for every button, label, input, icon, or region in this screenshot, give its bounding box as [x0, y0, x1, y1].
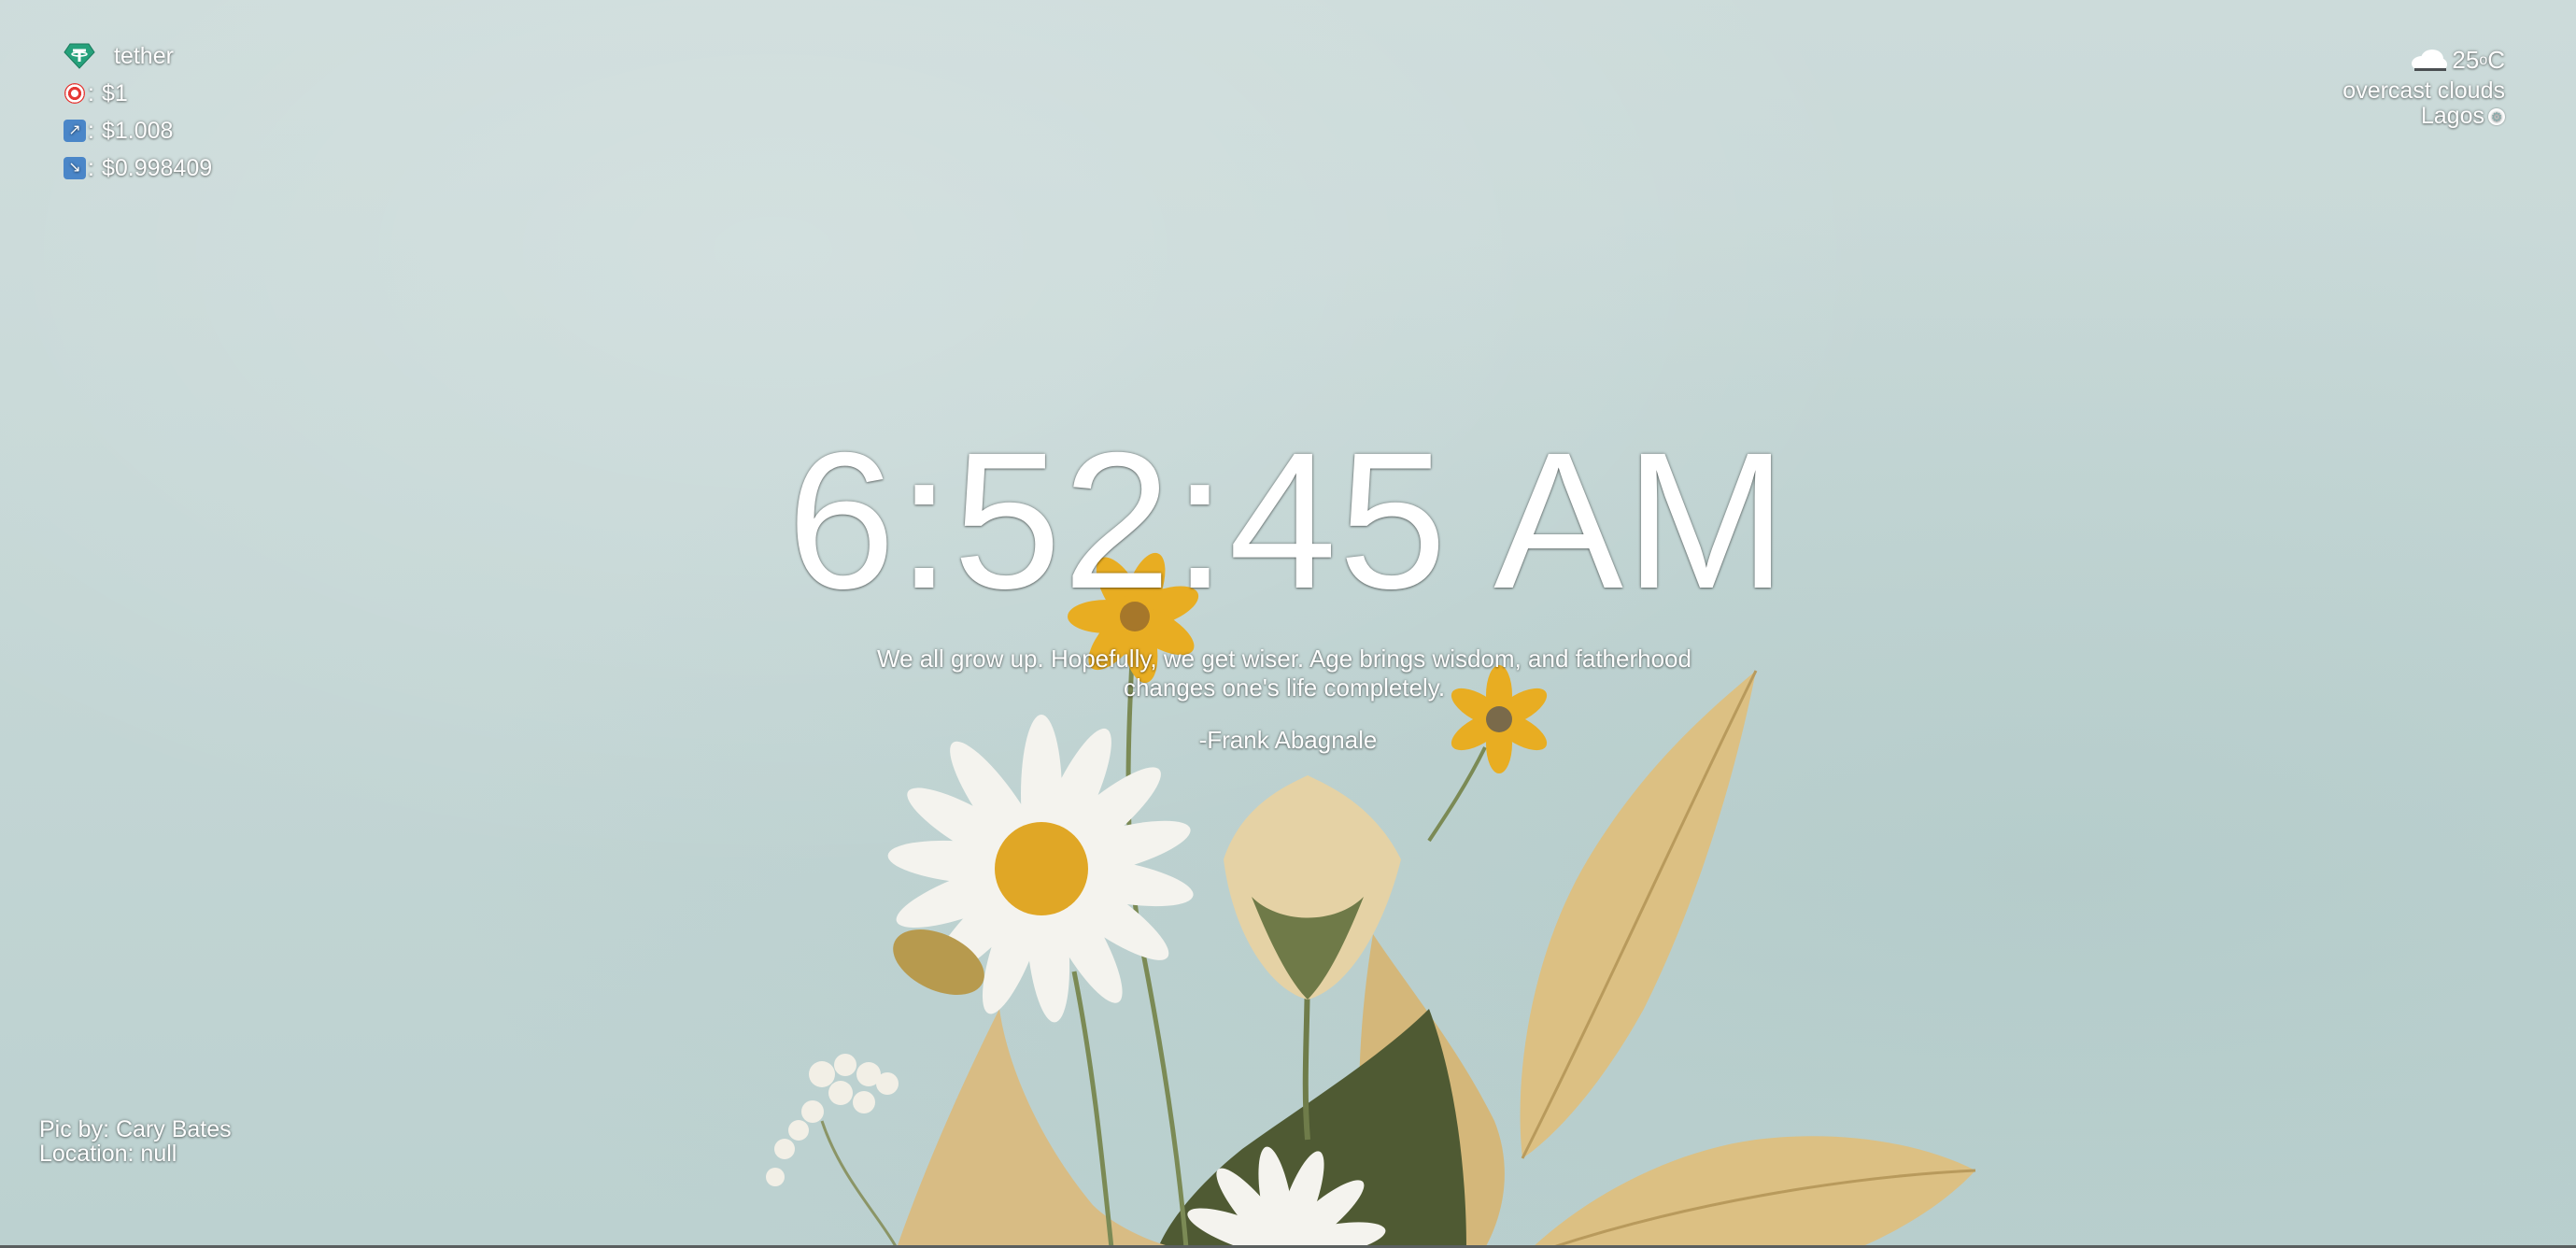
target-icon — [64, 83, 85, 104]
weather-widget: 25 o C overcast clouds Lagos ⚙ — [2342, 41, 2505, 129]
crypto-current-price-row: : $1 — [64, 75, 212, 112]
photographer-credit: Pic by: Cary Bates — [39, 1116, 232, 1142]
cloud-icon — [2409, 48, 2448, 72]
clock-time: 6:52:45 AM — [786, 413, 1790, 630]
gear-icon[interactable]: ⚙ — [2488, 107, 2505, 125]
weather-city-row: Lagos ⚙ — [2342, 104, 2505, 129]
trend-up-icon: ↗ — [64, 120, 86, 142]
photo-location: Location: null — [39, 1141, 177, 1167]
quote-text: We all grow up. Hopefully, we get wiser.… — [877, 645, 1691, 702]
crypto-high-price-row: ↗ : $1.008 — [64, 112, 212, 149]
weather-city: Lagos — [2420, 103, 2484, 129]
temperature-unit: C — [2487, 45, 2505, 74]
coin-name: tether — [114, 43, 174, 69]
low-price-value: $0.998409 — [101, 155, 213, 181]
quote-author: -Frank Abagnale — [1198, 726, 1378, 754]
tether-gem-icon — [64, 42, 95, 70]
dried-leaf-bottom-right — [1532, 1136, 1975, 1248]
trend-down-icon: ↘ — [64, 157, 86, 179]
crypto-widget[interactable]: tether : $1 ↗ : $1.008 ↘ : $0.998409 — [64, 37, 212, 187]
crypto-separator: : — [88, 80, 94, 106]
crypto-separator: : — [88, 118, 94, 144]
weather-condition: overcast clouds — [2342, 78, 2505, 104]
high-price-value: $1.008 — [101, 118, 174, 144]
white-flower-cluster — [766, 1054, 899, 1186]
degree-symbol: o — [2479, 51, 2488, 68]
photo-credits: Pic by: Cary Bates Location: null — [39, 1117, 232, 1166]
current-price-value: $1 — [101, 80, 128, 106]
crypto-coin-row[interactable]: tether — [64, 37, 212, 75]
dried-leaf-left — [897, 1009, 1177, 1248]
crypto-low-price-row: ↘ : $0.998409 — [64, 149, 212, 187]
weather-temperature-row: 25 o C — [2342, 41, 2505, 78]
crypto-separator: : — [88, 155, 94, 181]
temperature-value: 25 — [2452, 45, 2480, 74]
